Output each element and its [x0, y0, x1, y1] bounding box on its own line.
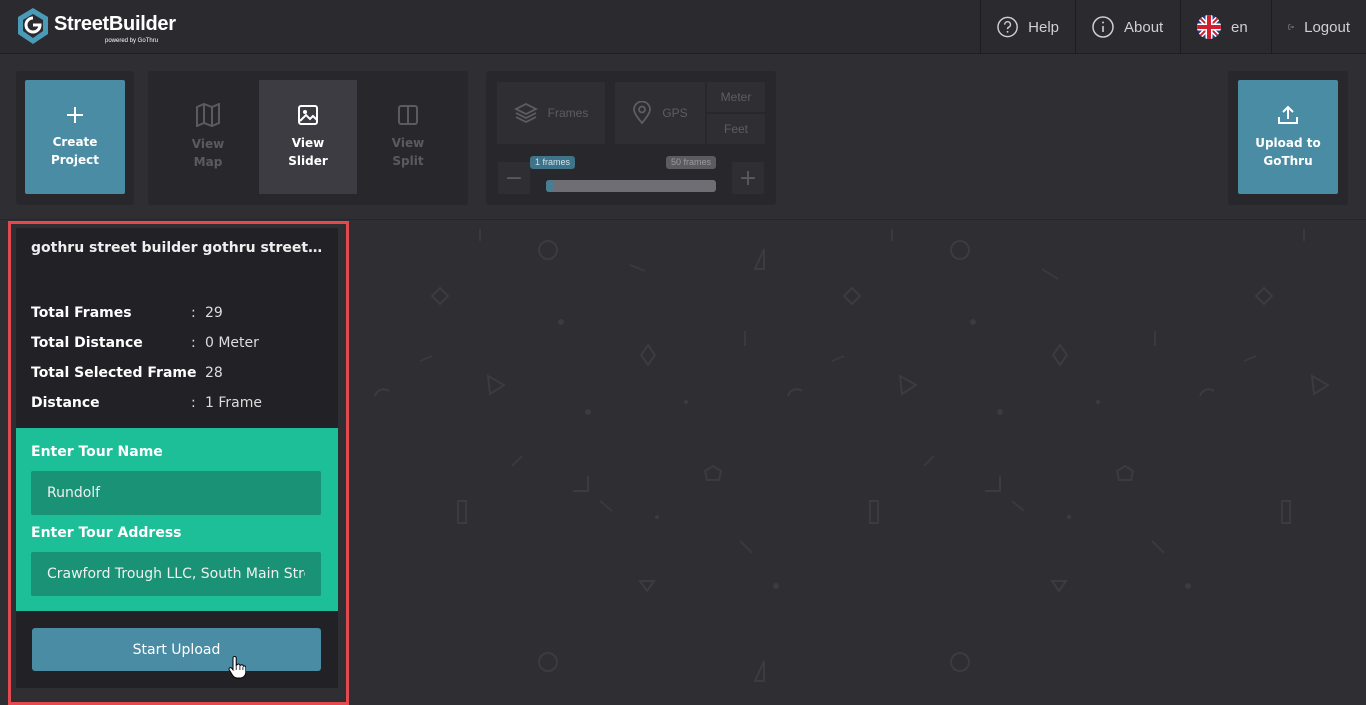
stat-label: Distance	[31, 395, 100, 411]
stat-label: Total Frames	[31, 305, 132, 321]
stat-separator: :	[191, 365, 196, 381]
project-info-card: gothru street builder gothru streetbuild…	[16, 228, 338, 688]
stat-value: 0 Meter	[205, 335, 259, 351]
help-link[interactable]: Help	[980, 0, 1075, 54]
view-slider-label: View Slider	[288, 136, 328, 168]
app-header: StreetBuilder powered by GoThru Help Abo…	[0, 0, 1366, 54]
app-name: StreetBuilder	[54, 13, 176, 35]
upload-icon	[1278, 105, 1298, 124]
project-title: gothru street builder gothru streetbuild…	[31, 240, 327, 256]
upload-label: Upload to GoThru	[1255, 136, 1321, 168]
image-icon	[298, 105, 318, 125]
view-slider-button[interactable]: View Slider	[259, 80, 357, 194]
upload-to-gothru-button[interactable]: Upload to GoThru	[1238, 80, 1338, 194]
plus-icon: +	[738, 165, 758, 191]
language-label: en	[1231, 18, 1248, 36]
split-icon	[398, 105, 418, 125]
location-pin-icon	[633, 101, 652, 125]
view-mode-panel: View Map View Slider View Split	[148, 71, 468, 205]
minus-icon: −	[504, 165, 524, 191]
view-map-button[interactable]: View Map	[159, 80, 257, 194]
tour-address-label: Enter Tour Address	[31, 525, 182, 541]
logout-label: Logout	[1304, 18, 1350, 36]
frames-label: Frames	[547, 106, 589, 120]
upload-panel: Upload to GoThru	[1228, 71, 1348, 205]
meter-unit-option[interactable]: Meter	[707, 82, 765, 112]
toolbar: Create Project View Map View Slider View…	[0, 55, 1366, 220]
tour-form: Enter Tour Name Enter Tour Address	[16, 428, 338, 611]
create-project-button[interactable]: Create Project	[25, 80, 125, 194]
stat-label: Total Distance	[31, 335, 143, 351]
help-icon	[997, 16, 1018, 38]
info-icon	[1092, 16, 1114, 38]
gps-label: GPS	[662, 106, 688, 120]
stat-value: 29	[205, 305, 223, 321]
frames-toggle[interactable]: Frames	[497, 82, 605, 144]
start-upload-button[interactable]: Start Upload	[32, 628, 321, 671]
header-nav: Help About en Logout	[980, 0, 1366, 54]
slider-min-tooltip: 1 frames	[530, 156, 576, 169]
streetbuilder-logo-icon	[18, 8, 48, 44]
tour-name-label: Enter Tour Name	[31, 444, 163, 460]
app-tagline: powered by GoThru	[105, 38, 159, 44]
about-label: About	[1124, 18, 1164, 36]
options-panel: Frames GPS Meter Feet − 1 frames 50 fram…	[486, 71, 776, 205]
meter-label: Meter	[720, 90, 752, 104]
about-link[interactable]: About	[1075, 0, 1180, 54]
uk-flag-icon	[1197, 15, 1221, 39]
view-split-button[interactable]: View Split	[359, 80, 457, 194]
hand-cursor-icon	[228, 656, 246, 679]
stat-separator: :	[191, 335, 196, 351]
create-project-label: Create Project	[50, 135, 100, 167]
slider-handle[interactable]	[546, 180, 554, 192]
tour-address-input[interactable]	[31, 552, 321, 596]
app-logo[interactable]: StreetBuilder powered by GoThru	[16, 7, 186, 47]
feet-unit-option[interactable]: Feet	[707, 114, 765, 144]
stat-separator: :	[191, 395, 196, 411]
create-panel: Create Project	[16, 71, 134, 205]
layers-icon	[513, 102, 538, 124]
gps-toggle[interactable]: GPS	[615, 82, 705, 144]
map-icon	[196, 103, 220, 127]
view-split-label: View Split	[391, 136, 425, 168]
tour-name-input[interactable]	[31, 471, 321, 515]
increase-frames-button[interactable]: +	[732, 162, 764, 194]
help-label: Help	[1028, 18, 1059, 36]
stat-label: Total Selected Frame	[31, 365, 197, 381]
view-map-label: View Map	[191, 137, 225, 169]
slider-max-tooltip: 50 frames	[666, 156, 717, 169]
logout-link[interactable]: Logout	[1271, 0, 1366, 54]
feet-label: Feet	[723, 122, 748, 136]
language-selector[interactable]: en	[1180, 0, 1271, 54]
frame-distance-slider[interactable]	[546, 180, 716, 192]
logout-icon	[1288, 24, 1294, 30]
plus-icon	[67, 107, 83, 123]
stat-value: 28	[205, 365, 223, 381]
start-upload-label: Start Upload	[132, 641, 221, 658]
decrease-frames-button[interactable]: −	[498, 162, 530, 194]
stat-separator: :	[191, 305, 196, 321]
stat-value: 1 Frame	[205, 395, 262, 411]
